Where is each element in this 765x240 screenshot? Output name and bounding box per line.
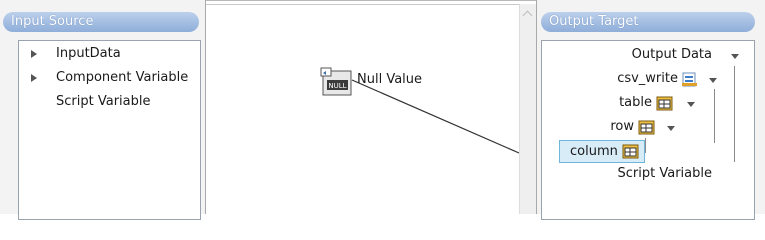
- tree-item-label: row: [610, 119, 634, 134]
- chevron-down-icon[interactable]: [687, 102, 695, 107]
- tree-item-script-variable[interactable]: Script Variable: [582, 164, 712, 184]
- output-target-header: Output Target: [541, 12, 755, 32]
- tree-item-label: csv_write: [617, 71, 678, 86]
- tree-item-label: Output Data: [631, 47, 712, 62]
- tree-item-row[interactable]: row: [582, 117, 634, 137]
- tree-connector-line: [734, 66, 735, 162]
- scroll-up-icon[interactable]: [522, 10, 533, 21]
- output-target-panel: Output Target Output Data csv_write tabl…: [536, 0, 765, 220]
- output-target-tree[interactable]: Output Data csv_write table row column S…: [541, 40, 755, 220]
- tree-item-label: column: [570, 144, 618, 159]
- tree-item-output-data[interactable]: Output Data: [602, 45, 712, 65]
- table-icon: [656, 96, 673, 111]
- canvas-scrollbar[interactable]: [519, 4, 536, 214]
- tree-item-label: Script Variable: [617, 166, 712, 181]
- tree-item-label: table: [619, 95, 652, 110]
- chevron-down-icon[interactable]: [731, 54, 739, 59]
- column-icon: [622, 144, 639, 159]
- null-value-label: Null Value: [357, 72, 423, 87]
- tree-item-column[interactable]: column: [559, 140, 645, 163]
- csv-file-icon: [682, 72, 697, 87]
- chevron-down-icon[interactable]: [709, 78, 717, 83]
- chevron-down-icon[interactable]: [667, 126, 675, 131]
- null-value-node[interactable]: NULL: [320, 67, 354, 97]
- tree-connector-line: [714, 89, 715, 143]
- row-icon: [638, 120, 655, 135]
- svg-text:NULL: NULL: [328, 82, 346, 90]
- tree-item-table[interactable]: table: [582, 93, 652, 113]
- null-value-icon[interactable]: NULL: [320, 67, 354, 97]
- tree-item-csv-write[interactable]: csv_write: [582, 69, 678, 89]
- tree-connector-line: [645, 138, 646, 153]
